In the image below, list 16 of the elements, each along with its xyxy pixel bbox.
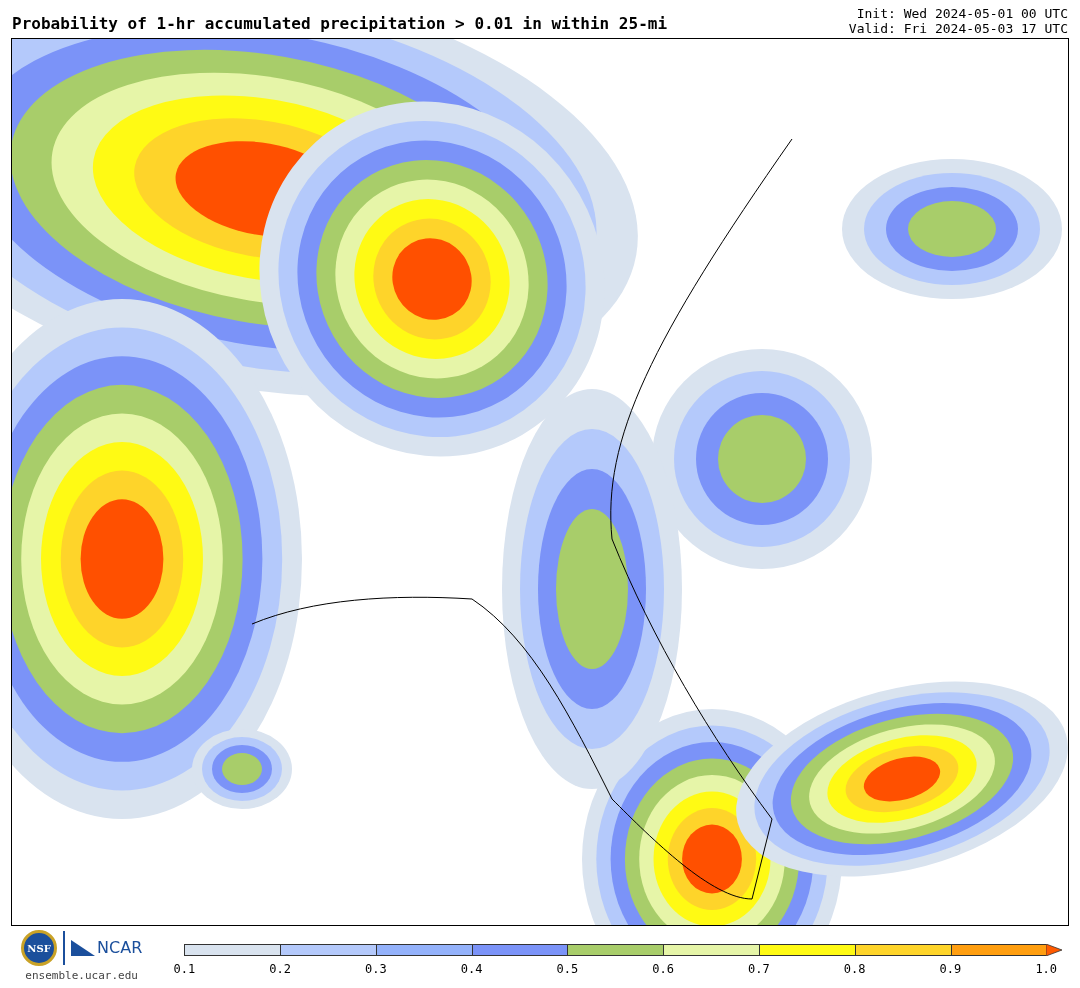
tick-label: 0.5 — [555, 961, 580, 978]
tick-label: 0.7 — [747, 961, 771, 978]
tick-label: 1.0 — [1034, 961, 1059, 978]
tick-label: 0.1 — [172, 961, 197, 978]
init-time: Init: Wed 2024-05-01 00 UTC — [856, 6, 1068, 21]
tick-label: 0.9 — [938, 961, 963, 978]
tick-label: 0.8 — [842, 961, 867, 978]
map-title: Probability of 1-hr accumulated precipitation > 0.01 in within 25-mi — [12, 14, 668, 34]
tick-label: 0.3 — [364, 961, 388, 978]
website-url: ensemble.ucar.edu — [25, 968, 138, 984]
tick-label: 0.2 — [268, 961, 292, 978]
tick-label: 0.4 — [459, 961, 484, 978]
tick-label: 0.6 — [651, 961, 675, 978]
valid-time: Valid: Fri 2024-05-03 17 UTC — [848, 21, 1068, 36]
ncar-logo: NCAR — [71, 936, 143, 960]
nsf-logo: NSF — [21, 930, 58, 966]
